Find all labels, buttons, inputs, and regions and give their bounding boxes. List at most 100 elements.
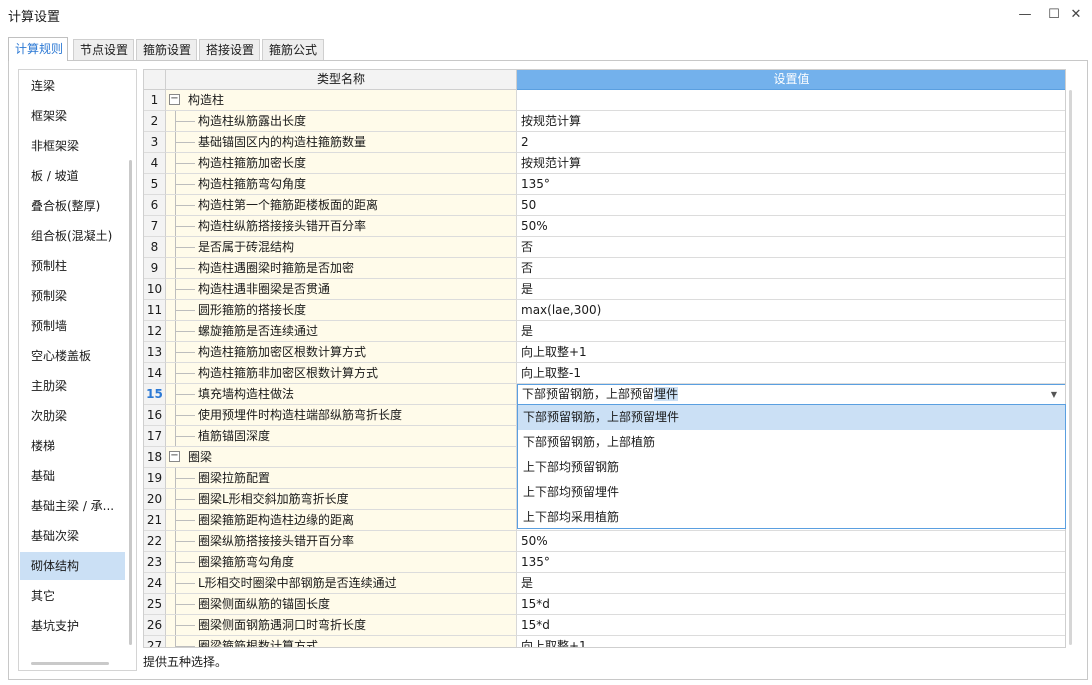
row-value-cell[interactable] xyxy=(517,90,1065,111)
row-value-cell[interactable]: 向上取整+1 xyxy=(517,342,1065,363)
row-number: 22 xyxy=(144,531,166,552)
tab-4[interactable]: 搭接设置 xyxy=(199,39,260,60)
sidebar-item[interactable]: 基础次梁 xyxy=(20,522,125,550)
sidebar-item[interactable]: 预制柱 xyxy=(20,252,125,280)
sidebar-item[interactable]: 预制梁 xyxy=(20,282,125,310)
dropdown-option[interactable]: 上下部均采用植筋 xyxy=(518,505,1065,530)
tab-3[interactable]: 箍筋设置 xyxy=(136,39,197,60)
row-name-cell: 圈梁箍筋距构造柱边缘的距离 xyxy=(166,510,517,531)
close-button[interactable]: ✕ xyxy=(1064,4,1088,24)
table-row[interactable]: 22 圈梁纵筋搭接接头错开百分率 50% xyxy=(144,531,1065,552)
row-number: 15 xyxy=(144,384,166,405)
tree-connector-branch xyxy=(175,268,195,269)
row-value-cell[interactable]: 否 xyxy=(517,258,1065,279)
row-number: 12 xyxy=(144,321,166,342)
sidebar-item[interactable]: 砌体结构 xyxy=(20,552,125,580)
row-value-cell[interactable]: 按规范计算 xyxy=(517,153,1065,174)
table-row[interactable]: 25 圈梁侧面纵筋的锚固长度 15*d xyxy=(144,594,1065,615)
sidebar-item[interactable]: 其它 xyxy=(20,582,125,610)
grid-vertical-scrollbar[interactable] xyxy=(1069,90,1072,645)
row-value-cell[interactable]: 否 xyxy=(517,237,1065,258)
row-value-cell[interactable]: 向上取整+1 xyxy=(517,636,1065,647)
minimize-button[interactable]: — xyxy=(1013,4,1037,24)
sidebar-item[interactable]: 预制墙 xyxy=(20,312,125,340)
table-row[interactable]: 14 构造柱箍筋非加密区根数计算方式 向上取整-1 xyxy=(144,363,1065,384)
table-row[interactable]: 6 构造柱第一个箍筋距楼板面的距离 50 xyxy=(144,195,1065,216)
dropdown-arrow-icon[interactable]: ▼ xyxy=(1051,386,1057,403)
row-name-cell: 构造柱遇非圈梁是否贯通 xyxy=(166,279,517,300)
row-value-cell[interactable]: 向上取整-1 xyxy=(517,363,1065,384)
table-row[interactable]: 7 构造柱纵筋搭接接头错开百分率 50% xyxy=(144,216,1065,237)
tab-1[interactable]: 计算规则 xyxy=(8,37,68,61)
collapse-toggle-icon[interactable]: − xyxy=(169,94,180,105)
sidebar-item[interactable]: 组合板(混凝土) xyxy=(20,222,125,250)
value-combobox[interactable]: 下部预留钢筋，上部预留埋件 ▼ xyxy=(517,384,1065,405)
row-name-cell: 螺旋箍筋是否连续通过 xyxy=(166,321,517,342)
sidebar-item[interactable]: 框架梁 xyxy=(20,102,125,130)
sidebar-horizontal-scrollbar[interactable] xyxy=(31,662,109,665)
row-name-cell: 构造柱遇圈梁时箍筋是否加密 xyxy=(166,258,517,279)
setting-label: 圈梁箍筋弯勾角度 xyxy=(198,555,295,569)
dropdown-option[interactable]: 上下部均预留钢筋 xyxy=(518,455,1065,480)
table-row[interactable]: 15 填充墙构造柱做法 下部预留钢筋，上部预留埋件 ▼ xyxy=(144,384,1065,405)
table-row[interactable]: 26 圈梁侧面钢筋遇洞口时弯折长度 15*d xyxy=(144,615,1065,636)
tree-connector-branch xyxy=(175,562,195,563)
tab-2[interactable]: 节点设置 xyxy=(73,39,134,60)
tree-connector-branch xyxy=(175,436,195,437)
row-number: 7 xyxy=(144,216,166,237)
sidebar-item[interactable]: 连梁 xyxy=(20,72,125,100)
sidebar-vertical-scrollbar[interactable] xyxy=(129,160,132,645)
table-row[interactable]: 4 构造柱箍筋加密长度 按规范计算 xyxy=(144,153,1065,174)
dropdown-option[interactable]: 上下部均预留埋件 xyxy=(518,480,1065,505)
table-row[interactable]: 5 构造柱箍筋弯勾角度 135° xyxy=(144,174,1065,195)
row-value-cell[interactable]: 是 xyxy=(517,321,1065,342)
table-row[interactable]: 27 圈梁箍筋根数计算方式 向上取整+1 xyxy=(144,636,1065,647)
header-setting-value[interactable]: 设置值 xyxy=(517,70,1065,90)
collapse-toggle-icon[interactable]: − xyxy=(169,451,180,462)
row-value-cell[interactable]: 是 xyxy=(517,279,1065,300)
row-value-cell[interactable]: 15*d xyxy=(517,594,1065,615)
row-name-cell: L形相交时圈梁中部钢筋是否连续通过 xyxy=(166,573,517,594)
row-value-cell[interactable]: 15*d xyxy=(517,615,1065,636)
table-row[interactable]: 13 构造柱箍筋加密区根数计算方式 向上取整+1 xyxy=(144,342,1065,363)
sidebar-item[interactable]: 基础主梁 / 承... xyxy=(20,492,125,520)
sidebar-item[interactable]: 非框架梁 xyxy=(20,132,125,160)
row-value-cell[interactable]: 50 xyxy=(517,195,1065,216)
row-value-cell[interactable]: 是 xyxy=(517,573,1065,594)
header-type-name[interactable]: 类型名称 xyxy=(166,70,517,90)
table-row[interactable]: 10 构造柱遇非圈梁是否贯通 是 xyxy=(144,279,1065,300)
row-value-cell[interactable]: 50% xyxy=(517,216,1065,237)
setting-label: 构造柱箍筋加密长度 xyxy=(198,156,307,170)
sidebar-item[interactable]: 基础 xyxy=(20,462,125,490)
sidebar-item[interactable]: 基坑支护 xyxy=(20,612,125,640)
table-row[interactable]: 9 构造柱遇圈梁时箍筋是否加密 否 xyxy=(144,258,1065,279)
table-row[interactable]: 2 构造柱纵筋露出长度 按规范计算 xyxy=(144,111,1065,132)
tree-connector-branch xyxy=(175,310,195,311)
group-row[interactable]: 1− 构造柱 xyxy=(144,90,1065,111)
table-row[interactable]: 3 基础锚固区内的构造柱箍筋数量 2 xyxy=(144,132,1065,153)
sidebar-item[interactable]: 板 / 坡道 xyxy=(20,162,125,190)
combobox-text[interactable]: 下部预留钢筋，上部预留埋件 xyxy=(522,385,679,404)
table-row[interactable]: 23 圈梁箍筋弯勾角度 135° xyxy=(144,552,1065,573)
sidebar-item[interactable]: 次肋梁 xyxy=(20,402,125,430)
table-row[interactable]: 12 螺旋箍筋是否连续通过 是 xyxy=(144,321,1065,342)
table-row[interactable]: 24 L形相交时圈梁中部钢筋是否连续通过 是 xyxy=(144,573,1065,594)
row-number: 23 xyxy=(144,552,166,573)
row-value-cell[interactable]: 2 xyxy=(517,132,1065,153)
row-value-cell[interactable]: 按规范计算 xyxy=(517,111,1065,132)
dropdown-option[interactable]: 下部预留钢筋，上部预留埋件 xyxy=(518,405,1065,430)
table-row[interactable]: 8 是否属于砖混结构 否 xyxy=(144,237,1065,258)
dropdown-option[interactable]: 下部预留钢筋，上部植筋 xyxy=(518,430,1065,455)
sidebar-item[interactable]: 主肋梁 xyxy=(20,372,125,400)
table-row[interactable]: 11 圆形箍筋的搭接长度 max(lae,300) xyxy=(144,300,1065,321)
row-value-cell[interactable]: 135° xyxy=(517,552,1065,573)
row-value-cell[interactable]: max(lae,300) xyxy=(517,300,1065,321)
sidebar-item[interactable]: 叠合板(整厚) xyxy=(20,192,125,220)
tab-5[interactable]: 箍筋公式 xyxy=(262,39,324,60)
sidebar-item[interactable]: 空心楼盖板 xyxy=(20,342,125,370)
row-name-cell: 构造柱箍筋加密区根数计算方式 xyxy=(166,342,517,363)
maximize-button[interactable]: ☐ xyxy=(1042,4,1066,24)
row-value-cell[interactable]: 135° xyxy=(517,174,1065,195)
sidebar-item[interactable]: 楼梯 xyxy=(20,432,125,460)
row-value-cell[interactable]: 50% xyxy=(517,531,1065,552)
